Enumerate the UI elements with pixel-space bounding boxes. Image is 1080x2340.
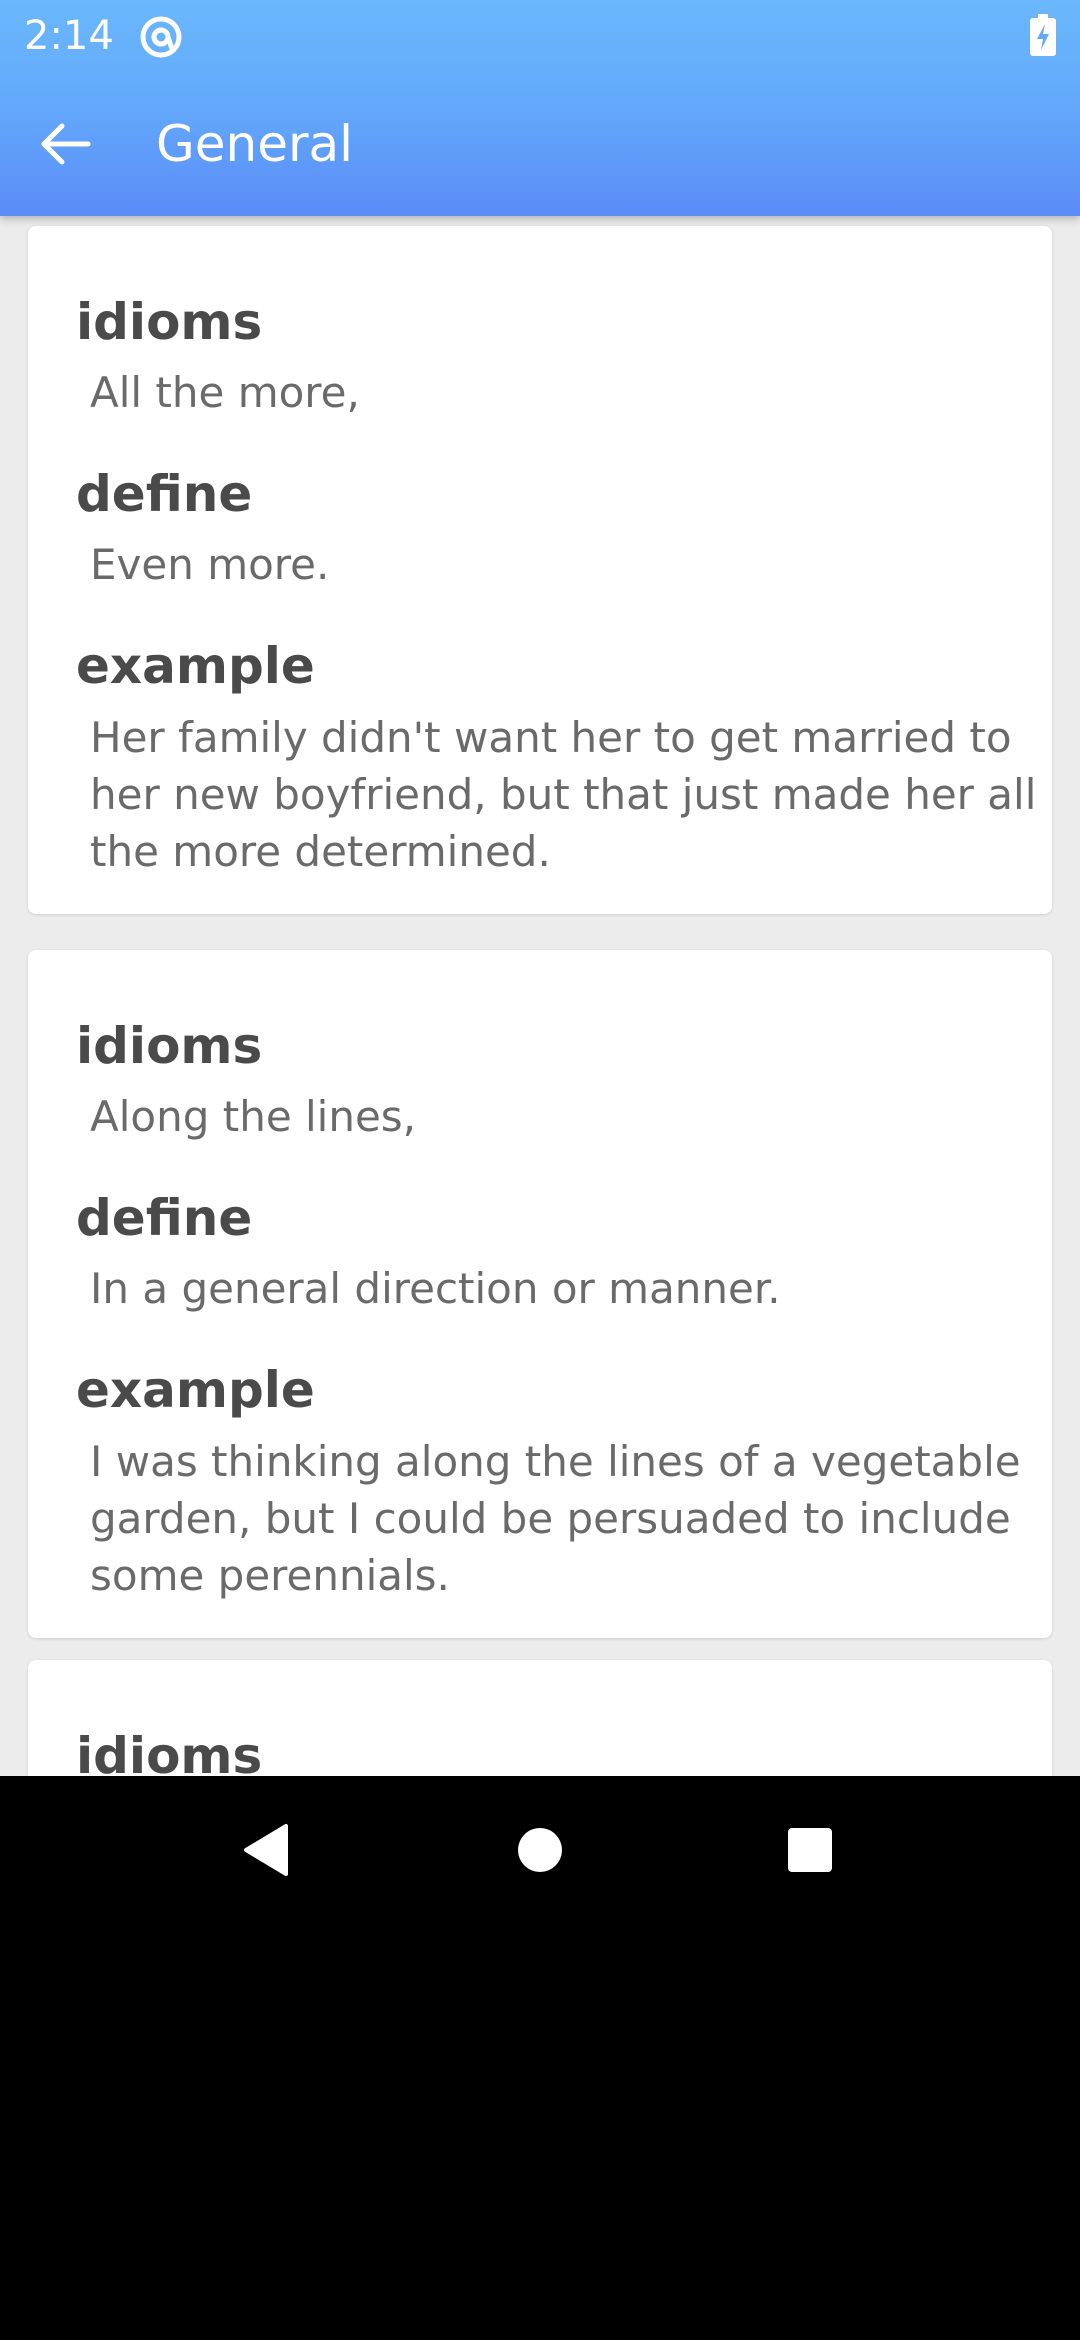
define-label: define bbox=[76, 465, 253, 523]
status-time: 2:14 bbox=[24, 13, 114, 59]
idiom-label: idioms bbox=[76, 293, 263, 351]
example-label: example bbox=[76, 1361, 315, 1419]
screen: 2:14 General idioms All the more, define… bbox=[0, 0, 1080, 1776]
page-title: General bbox=[156, 115, 354, 173]
idiom-card[interactable]: idioms bbox=[28, 1660, 1052, 1776]
arrow-back-icon bbox=[41, 123, 91, 165]
idiom-text: All the more, bbox=[90, 368, 360, 417]
circle-home-icon[interactable] bbox=[502, 1812, 578, 1888]
idiom-text: Along the lines, bbox=[90, 1092, 417, 1141]
idiom-card[interactable]: idioms Along the lines, define In a gene… bbox=[28, 950, 1052, 1638]
idiom-label: idioms bbox=[76, 1727, 263, 1776]
define-label: define bbox=[76, 1189, 253, 1247]
navigation-bar bbox=[0, 1776, 1080, 1918]
app-bar: 2:14 General bbox=[0, 0, 1080, 216]
idiom-label: idioms bbox=[76, 1017, 263, 1075]
example-text: I was thinking along the lines of a vege… bbox=[90, 1437, 1021, 1600]
back-button[interactable] bbox=[26, 112, 106, 176]
status-bar: 2:14 bbox=[0, 0, 1080, 72]
at-sign-icon bbox=[140, 16, 182, 58]
idiom-card[interactable]: idioms All the more, define Even more. e… bbox=[28, 226, 1052, 914]
example-label: example bbox=[76, 637, 315, 695]
define-text: Even more. bbox=[90, 540, 330, 589]
triangle-back-icon[interactable] bbox=[230, 1812, 306, 1888]
battery-charging-icon bbox=[1030, 14, 1056, 56]
toolbar: General bbox=[0, 72, 1080, 216]
square-recents-icon[interactable] bbox=[772, 1812, 848, 1888]
define-text: In a general direction or manner. bbox=[90, 1264, 781, 1313]
example-text: Her family didn't want her to get marrie… bbox=[90, 713, 1037, 876]
